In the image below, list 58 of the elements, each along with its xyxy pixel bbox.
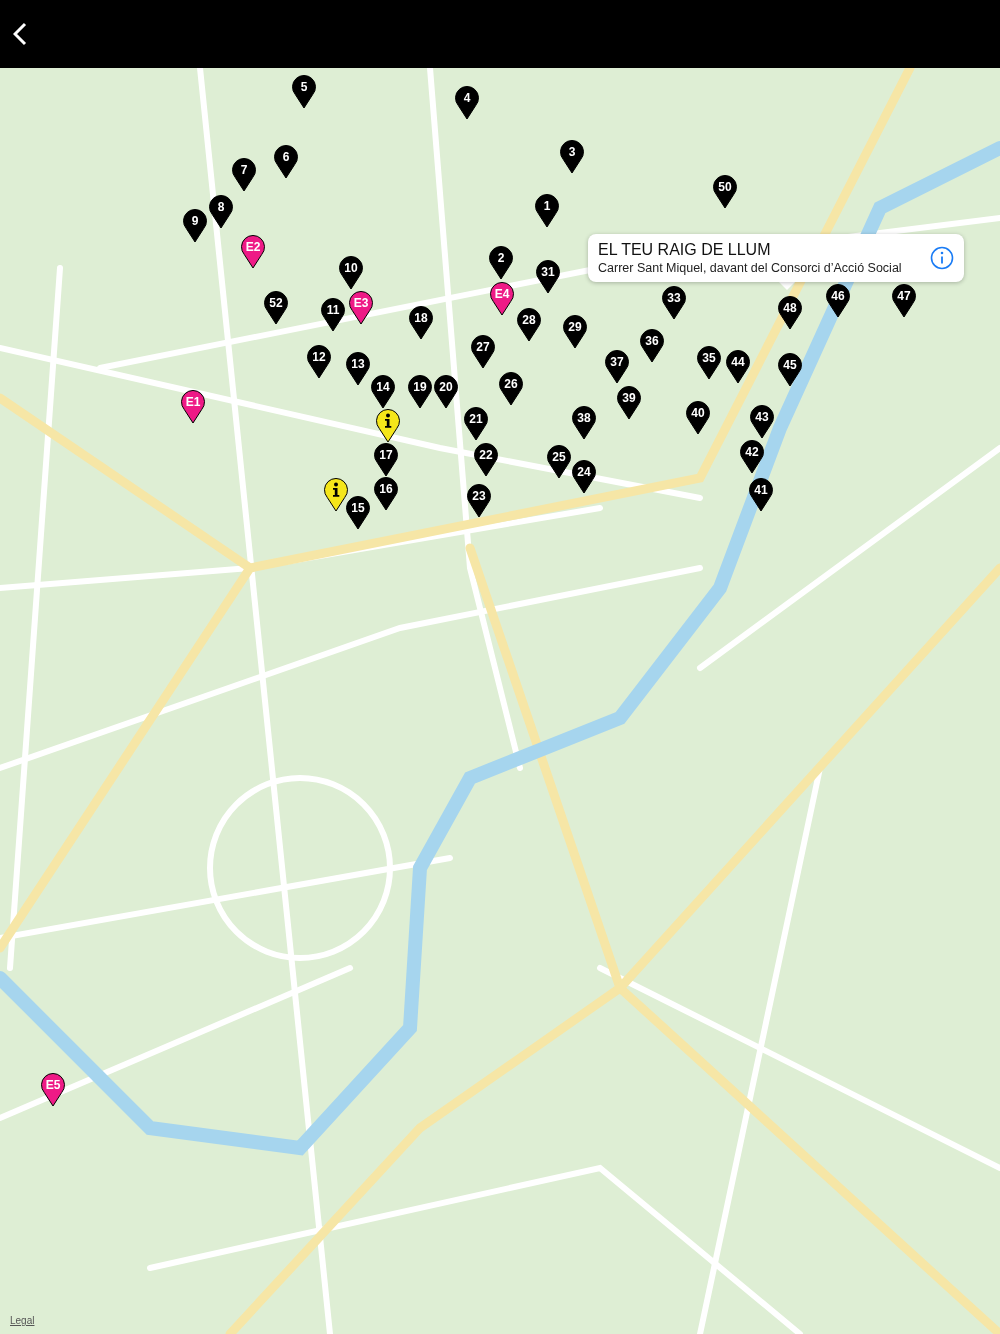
map-pin[interactable]: 46 (826, 284, 850, 318)
map-pin[interactable]: 42 (740, 440, 764, 474)
map-pin[interactable]: 52 (264, 291, 288, 325)
map-pin[interactable]: 26 (499, 372, 523, 406)
map-pin[interactable]: 10 (339, 256, 363, 290)
map-pin[interactable]: 22 (474, 443, 498, 477)
map-pin[interactable]: 9 (183, 209, 207, 243)
map-pin[interactable]: 5 (292, 75, 316, 109)
map-pin[interactable]: 18 (409, 306, 433, 340)
map-pin[interactable]: 15 (346, 496, 370, 530)
info-button[interactable] (930, 246, 954, 270)
map-pin[interactable]: E5 (41, 1073, 65, 1107)
map-pin[interactable]: 44 (726, 350, 750, 384)
map-pin[interactable]: 40 (686, 401, 710, 435)
map-pin[interactable]: 23 (467, 484, 491, 518)
map-pin[interactable]: 36 (640, 329, 664, 363)
map-pin[interactable]: E1 (181, 390, 205, 424)
map-pin[interactable]: 7 (232, 158, 256, 192)
map-pin[interactable]: 2 (489, 246, 513, 280)
map-pin[interactable]: 13 (346, 352, 370, 386)
map-pin[interactable]: 29 (563, 315, 587, 349)
map-pin[interactable]: 50 (713, 175, 737, 209)
map-pin[interactable]: 35 (697, 346, 721, 380)
map-pin[interactable]: 33 (662, 286, 686, 320)
map-pin[interactable]: 21 (464, 407, 488, 441)
map-pin[interactable]: E2 (241, 235, 265, 269)
map-pin[interactable]: 24 (572, 460, 596, 494)
map-pin[interactable]: 3 (560, 140, 584, 174)
map-pin[interactable]: 8 (209, 195, 233, 229)
map-pin[interactable]: 6 (274, 145, 298, 179)
legal-link[interactable]: Legal (10, 1315, 35, 1326)
info-marker-icon[interactable] (376, 409, 400, 443)
map-pin[interactable]: 25 (547, 445, 571, 479)
map-pin[interactable]: 38 (572, 406, 596, 440)
map-pin[interactable]: 11 (321, 298, 345, 332)
info-marker-icon[interactable] (324, 478, 348, 512)
map-pin[interactable]: 16 (374, 477, 398, 511)
map-pin[interactable]: 12 (307, 345, 331, 379)
map-pin[interactable]: 47 (892, 284, 916, 318)
map-pin[interactable]: 41 (749, 478, 773, 512)
map-pin[interactable]: 39 (617, 386, 641, 420)
map-pin[interactable]: E4 (490, 282, 514, 316)
map-pin[interactable]: 27 (471, 335, 495, 369)
callout-title: EL TEU RAIG DE LLUM (598, 241, 772, 259)
callout-subtitle: Carrer Sant Miquel, davant del Consorci d’Acció Social (598, 261, 903, 275)
map-pin[interactable]: 43 (750, 405, 774, 439)
map-pin[interactable]: 31 (536, 260, 560, 294)
map-pin[interactable]: 1 (535, 194, 559, 228)
map-pin[interactable]: 4 (455, 86, 479, 120)
map-pin[interactable]: 48 (778, 296, 802, 330)
map-pin[interactable]: 20 (434, 375, 458, 409)
map-pin[interactable]: 28 (517, 308, 541, 342)
map-pin[interactable]: 19 (408, 375, 432, 409)
map-pin[interactable]: 45 (778, 353, 802, 387)
map-pin[interactable]: 14 (371, 375, 395, 409)
map-pin[interactable]: E3 (349, 291, 373, 325)
map-pin[interactable]: 37 (605, 350, 629, 384)
map-pin[interactable]: 17 (374, 443, 398, 477)
